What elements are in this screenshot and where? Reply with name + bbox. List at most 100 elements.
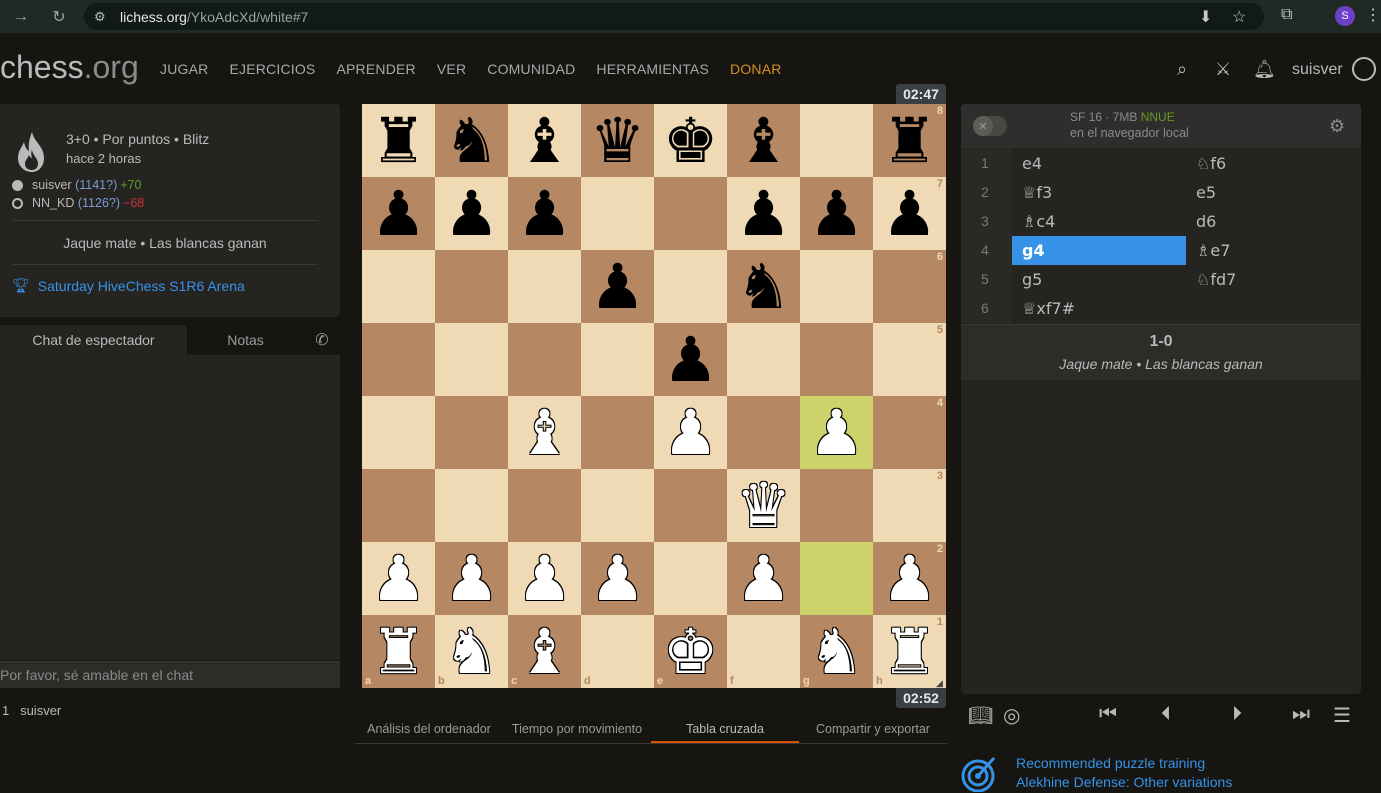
square-h8[interactable]: ♜ 8 <box>873 104 946 177</box>
square-h7[interactable]: ♟ 7 <box>873 177 946 250</box>
install-icon[interactable]: ⬇ <box>1199 7 1212 27</box>
square-e2[interactable] <box>654 542 727 615</box>
black-pawn-icon[interactable]: ♟ <box>371 182 427 245</box>
square-g2[interactable] <box>800 542 873 615</box>
square-f8[interactable]: ♝ <box>727 104 800 177</box>
square-c6[interactable] <box>508 250 581 323</box>
square-f2[interactable]: ♟ <box>727 542 800 615</box>
browser-menu-icon[interactable]: ⋮ <box>1365 5 1381 25</box>
first-move-icon[interactable]: ⏮ <box>1099 703 1117 726</box>
puzzle-opening-link[interactable]: Alekhine Defense: Other variations <box>1016 774 1232 790</box>
nav-play[interactable]: JUGAR <box>160 61 208 77</box>
square-a2[interactable]: ♟ <box>362 542 435 615</box>
tab-computer-analysis[interactable]: Análisis del ordenador <box>355 716 503 743</box>
tab-crosstable[interactable]: Tabla cruzada <box>651 716 799 743</box>
white-pawn-icon[interactable]: ♟ <box>809 401 865 464</box>
next-move-icon[interactable]: ⏵ <box>1232 703 1242 726</box>
phone-icon[interactable]: ✆ <box>304 325 340 355</box>
board-resize-handle[interactable]: ◢ <box>936 678 946 688</box>
user-menu[interactable]: suisver <box>1292 61 1343 79</box>
black-pawn-icon[interactable]: ♟ <box>809 182 865 245</box>
chat-input[interactable]: Por favor, sé amable en el chat <box>0 661 340 688</box>
white-move[interactable]: g4 <box>1012 236 1186 265</box>
previous-move-icon[interactable]: ⏴ <box>1161 703 1171 726</box>
white-move[interactable]: e4 <box>1012 149 1186 178</box>
square-d4[interactable] <box>581 396 654 469</box>
square-a8[interactable]: ♜ <box>362 104 435 177</box>
square-f7[interactable]: ♟ <box>727 177 800 250</box>
gear-icon[interactable]: ⚙ <box>1329 116 1345 137</box>
tab-spectator-chat[interactable]: Chat de espectador <box>0 325 187 355</box>
black-pawn-icon[interactable]: ♟ <box>590 255 646 318</box>
notifications-bell-icon[interactable]: 🔔︎ <box>1253 59 1276 80</box>
black-knight-icon[interactable]: ♞ <box>444 109 500 172</box>
white-pawn-icon[interactable]: ♟ <box>663 401 719 464</box>
square-a1[interactable]: ♜ a <box>362 615 435 688</box>
tab-move-times[interactable]: Tiempo por movimiento <box>503 716 651 743</box>
square-b3[interactable] <box>435 469 508 542</box>
white-move[interactable]: g5 <box>1012 265 1186 294</box>
tournament-link[interactable]: 🏆︎ Saturday HiveChess S1R6 Arena <box>12 277 245 294</box>
square-b7[interactable]: ♟ <box>435 177 508 250</box>
square-f4[interactable] <box>727 396 800 469</box>
white-king-icon[interactable]: ♚ <box>663 620 719 683</box>
puzzle-training-link[interactable]: Recommended puzzle training <box>1016 755 1205 771</box>
black-player[interactable]: NN_KD (1126?) −68 <box>12 196 144 210</box>
black-pawn-icon[interactable]: ♟ <box>444 182 500 245</box>
forward-icon[interactable]: → <box>4 0 38 33</box>
square-c1[interactable]: ♝ c <box>508 615 581 688</box>
square-d1[interactable]: d <box>581 615 654 688</box>
white-rook-icon[interactable]: ♜ <box>882 620 938 683</box>
square-d6[interactable]: ♟ <box>581 250 654 323</box>
black-bishop-icon[interactable]: ♝ <box>736 109 792 172</box>
square-b2[interactable]: ♟ <box>435 542 508 615</box>
spectator-name[interactable]: suisver <box>20 703 61 718</box>
opening-book-icon[interactable]: 📖︎ <box>968 703 993 728</box>
square-d7[interactable] <box>581 177 654 250</box>
white-move[interactable]: ♗c4 <box>1012 207 1186 236</box>
extensions-icon[interactable]: ⧉ <box>1281 6 1292 24</box>
white-rook-icon[interactable]: ♜ <box>371 620 427 683</box>
nav-watch[interactable]: VER <box>437 61 466 77</box>
square-g5[interactable] <box>800 323 873 396</box>
white-bishop-icon[interactable]: ♝ <box>517 401 573 464</box>
square-a4[interactable] <box>362 396 435 469</box>
square-d3[interactable] <box>581 469 654 542</box>
white-queen-icon[interactable]: ♛ <box>736 474 792 537</box>
nav-donate[interactable]: DONAR <box>730 61 782 77</box>
square-g1[interactable]: ♞ g <box>800 615 873 688</box>
black-move[interactable]: e5 <box>1186 178 1360 207</box>
square-c3[interactable] <box>508 469 581 542</box>
black-player-name[interactable]: NN_KD <box>32 196 74 210</box>
square-c2[interactable]: ♟ <box>508 542 581 615</box>
black-rook-icon[interactable]: ♜ <box>882 109 938 172</box>
black-move[interactable]: ♘fd7 <box>1186 265 1360 294</box>
square-a3[interactable] <box>362 469 435 542</box>
square-a6[interactable] <box>362 250 435 323</box>
site-logo[interactable]: chess.org <box>0 49 139 86</box>
black-pawn-icon[interactable]: ♟ <box>517 182 573 245</box>
square-c8[interactable]: ♝ <box>508 104 581 177</box>
tab-notes[interactable]: Notas <box>187 325 304 355</box>
challenge-swords-icon[interactable]: ⚔ <box>1215 59 1231 80</box>
black-pawn-icon[interactable]: ♟ <box>882 182 938 245</box>
black-queen-icon[interactable]: ♛ <box>590 109 646 172</box>
square-g4[interactable]: ♟ <box>800 396 873 469</box>
nav-puzzles[interactable]: EJERCICIOS <box>229 61 315 77</box>
square-b6[interactable] <box>435 250 508 323</box>
square-c4[interactable]: ♝ <box>508 396 581 469</box>
square-e6[interactable] <box>654 250 727 323</box>
search-icon[interactable]: ⌕ <box>1177 59 1187 80</box>
white-pawn-icon[interactable]: ♟ <box>371 547 427 610</box>
address-bar[interactable]: ⚙ lichess.org/YkoAdcXd/white#7 ⬇ ☆ <box>84 3 1264 30</box>
bookmark-star-icon[interactable]: ☆ <box>1232 7 1246 27</box>
white-pawn-icon[interactable]: ♟ <box>736 547 792 610</box>
black-king-icon[interactable]: ♚ <box>663 109 719 172</box>
square-b5[interactable] <box>435 323 508 396</box>
white-move[interactable]: ♕f3 <box>1012 178 1186 207</box>
browser-profile-avatar[interactable]: S <box>1335 6 1355 26</box>
square-f3[interactable]: ♛ <box>727 469 800 542</box>
white-player-name[interactable]: suisver <box>32 178 72 192</box>
square-e4[interactable]: ♟ <box>654 396 727 469</box>
black-knight-icon[interactable]: ♞ <box>736 255 792 318</box>
